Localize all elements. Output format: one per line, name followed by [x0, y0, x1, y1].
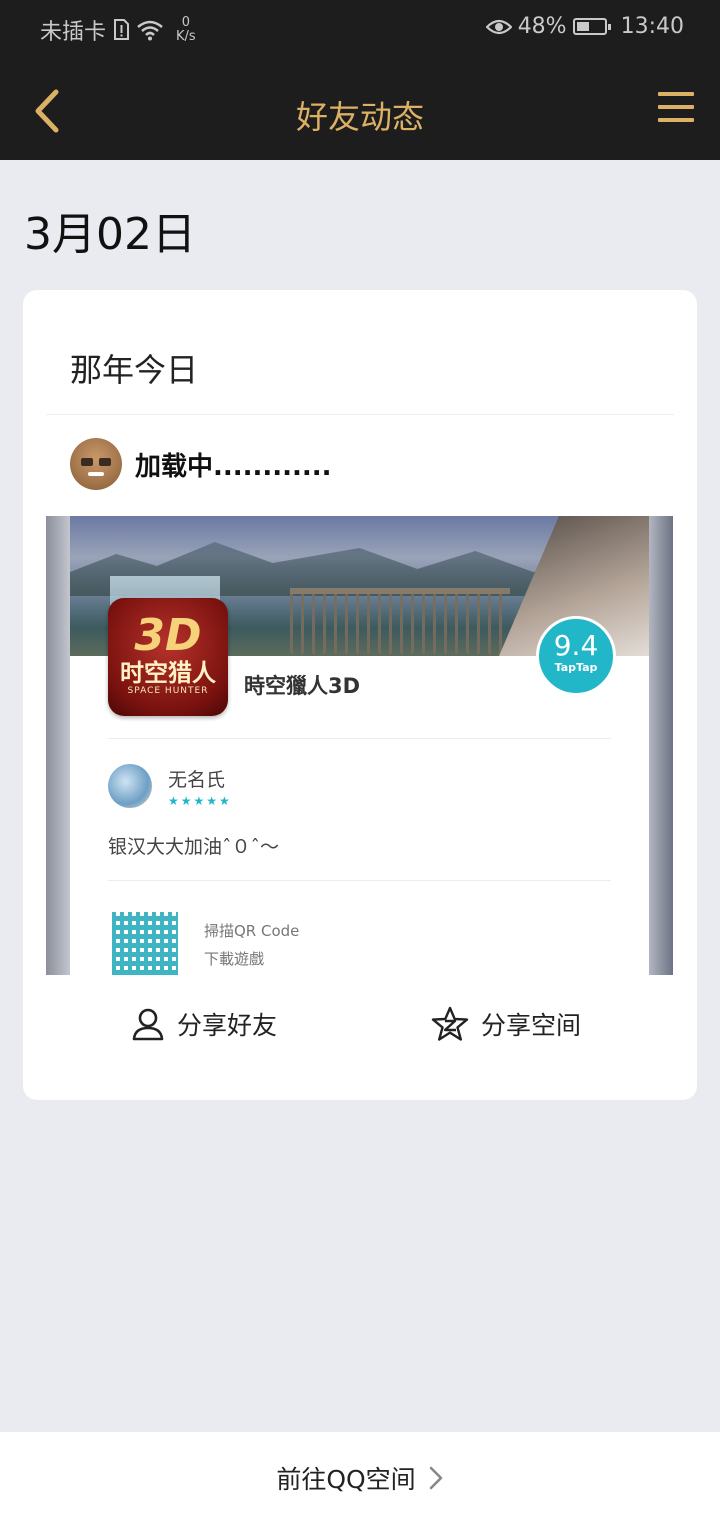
clock: 13:40 [620, 14, 684, 39]
sim-alert-icon [114, 19, 130, 40]
speed-unit: K/s [176, 29, 196, 44]
goto-qzone-link[interactable]: 前往QQ空间 [0, 1460, 720, 1496]
share-friends-button[interactable]: 分享好友 [131, 1006, 277, 1042]
menu-icon[interactable] [658, 92, 694, 126]
rating-source: TapTap [554, 661, 598, 674]
page-title: 好友动态 [295, 98, 424, 136]
status-right: 48% 13:40 [485, 14, 684, 39]
qr-caption-2: 下載遊戲 [204, 950, 265, 968]
share-space-label: 分享空间 [481, 1011, 582, 1040]
app-icon-cn-text: 时空猎人 [120, 659, 216, 687]
status-bar: 未插卡 0 K/s 48% 13:40 [0, 0, 720, 62]
card-title: 那年今日 [70, 351, 199, 389]
reviewer-avatar [108, 764, 152, 808]
qr-code [112, 912, 178, 975]
goto-qzone-label: 前往QQ空间 [276, 1465, 416, 1494]
app-icon-big-text: 3D [134, 610, 202, 661]
game-name: 時空獵人3D [244, 674, 361, 698]
rating-score: 9.4 [553, 629, 599, 662]
qzone-star-icon [431, 1006, 469, 1041]
post-author[interactable]: 加载中............ [70, 438, 332, 490]
memory-card: 那年今日 加载中............ 3D 时空猎人 SPACE HUNTE… [23, 290, 697, 1100]
nav-bar: 好友动态 [0, 62, 720, 160]
bottom-bar: 前往QQ空间 [0, 1432, 720, 1520]
app-icon-en-text: SPACE HUNTER [127, 686, 209, 696]
feed-date: 3月02日 [24, 209, 196, 260]
eye-icon [485, 19, 512, 34]
share-friends-label: 分享好友 [177, 1011, 278, 1040]
reviewer-name: 无名氏 [168, 768, 226, 791]
divider [108, 880, 611, 881]
shared-image[interactable]: 3D 时空猎人 SPACE HUNTER 時空獵人3D 9.4 TapTap 无… [46, 516, 673, 975]
status-left: 未插卡 0 K/s [40, 14, 196, 46]
rating-badge: 9.4 TapTap [536, 616, 616, 696]
reviewer: 无名氏 ★★★★★ [108, 764, 232, 808]
battery-icon [572, 18, 611, 35]
avatar[interactable] [70, 438, 122, 490]
network-speed: 0 K/s [176, 16, 196, 44]
star-rating: ★★★★★ [168, 793, 232, 808]
wifi-icon [137, 20, 163, 41]
divider [108, 738, 611, 739]
carrier-text: 未插卡 [40, 20, 107, 45]
qr-caption-1: 掃描QR Code [204, 922, 300, 940]
person-icon [132, 1008, 164, 1041]
share-actions: 分享好友 分享空间 [23, 1006, 697, 1046]
author-name: 加载中............ [135, 451, 332, 482]
chevron-right-icon [429, 1466, 442, 1490]
review-text: 银汉大大加油ˆ０ˆ～ [108, 836, 280, 858]
game-app-icon: 3D 时空猎人 SPACE HUNTER [108, 598, 228, 716]
share-space-button[interactable]: 分享空间 [431, 1006, 581, 1042]
battery-percent: 48% [517, 14, 567, 39]
shared-image-content: 3D 时空猎人 SPACE HUNTER 時空獵人3D 9.4 TapTap 无… [70, 516, 649, 975]
divider [46, 414, 674, 415]
speed-value: 0 [181, 15, 190, 30]
